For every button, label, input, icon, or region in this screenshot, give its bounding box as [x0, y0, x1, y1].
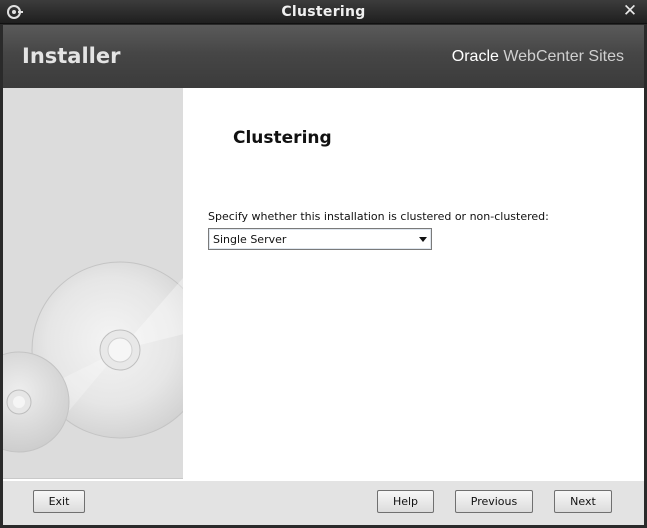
content-panel: Clustering Specify whether this installa… — [183, 88, 644, 481]
cd-disc-graphic — [3, 261, 183, 453]
previous-button[interactable]: Previous — [455, 490, 533, 513]
next-button[interactable]: Next — [554, 490, 612, 513]
chevron-down-icon[interactable] — [419, 237, 427, 242]
window-title: Clustering — [281, 4, 366, 20]
clustering-prompt: Specify whether this installation is clu… — [208, 210, 549, 223]
brand-product: WebCenter Sites — [503, 48, 624, 65]
page-title: Clustering — [233, 128, 332, 148]
clustering-select-value: Single Server — [213, 233, 287, 246]
installer-window: Clustering ✕ Installer Oracle WebCenter … — [0, 0, 647, 528]
help-button[interactable]: Help — [377, 490, 434, 513]
header-banner: Installer Oracle WebCenter Sites — [3, 25, 644, 88]
title-bar[interactable]: Clustering ✕ — [0, 0, 647, 24]
installer-heading: Installer — [22, 44, 121, 68]
button-bar: Exit Help Previous Next — [3, 481, 644, 525]
close-icon[interactable]: ✕ — [621, 2, 639, 20]
product-brand: Oracle WebCenter Sites — [452, 48, 624, 66]
side-panel — [3, 88, 183, 479]
brand-oracle: Oracle — [451, 48, 499, 65]
wizard-body: Clustering Specify whether this installa… — [3, 88, 644, 481]
exit-button[interactable]: Exit — [33, 490, 85, 513]
clustering-select[interactable]: Single Server — [208, 228, 432, 250]
